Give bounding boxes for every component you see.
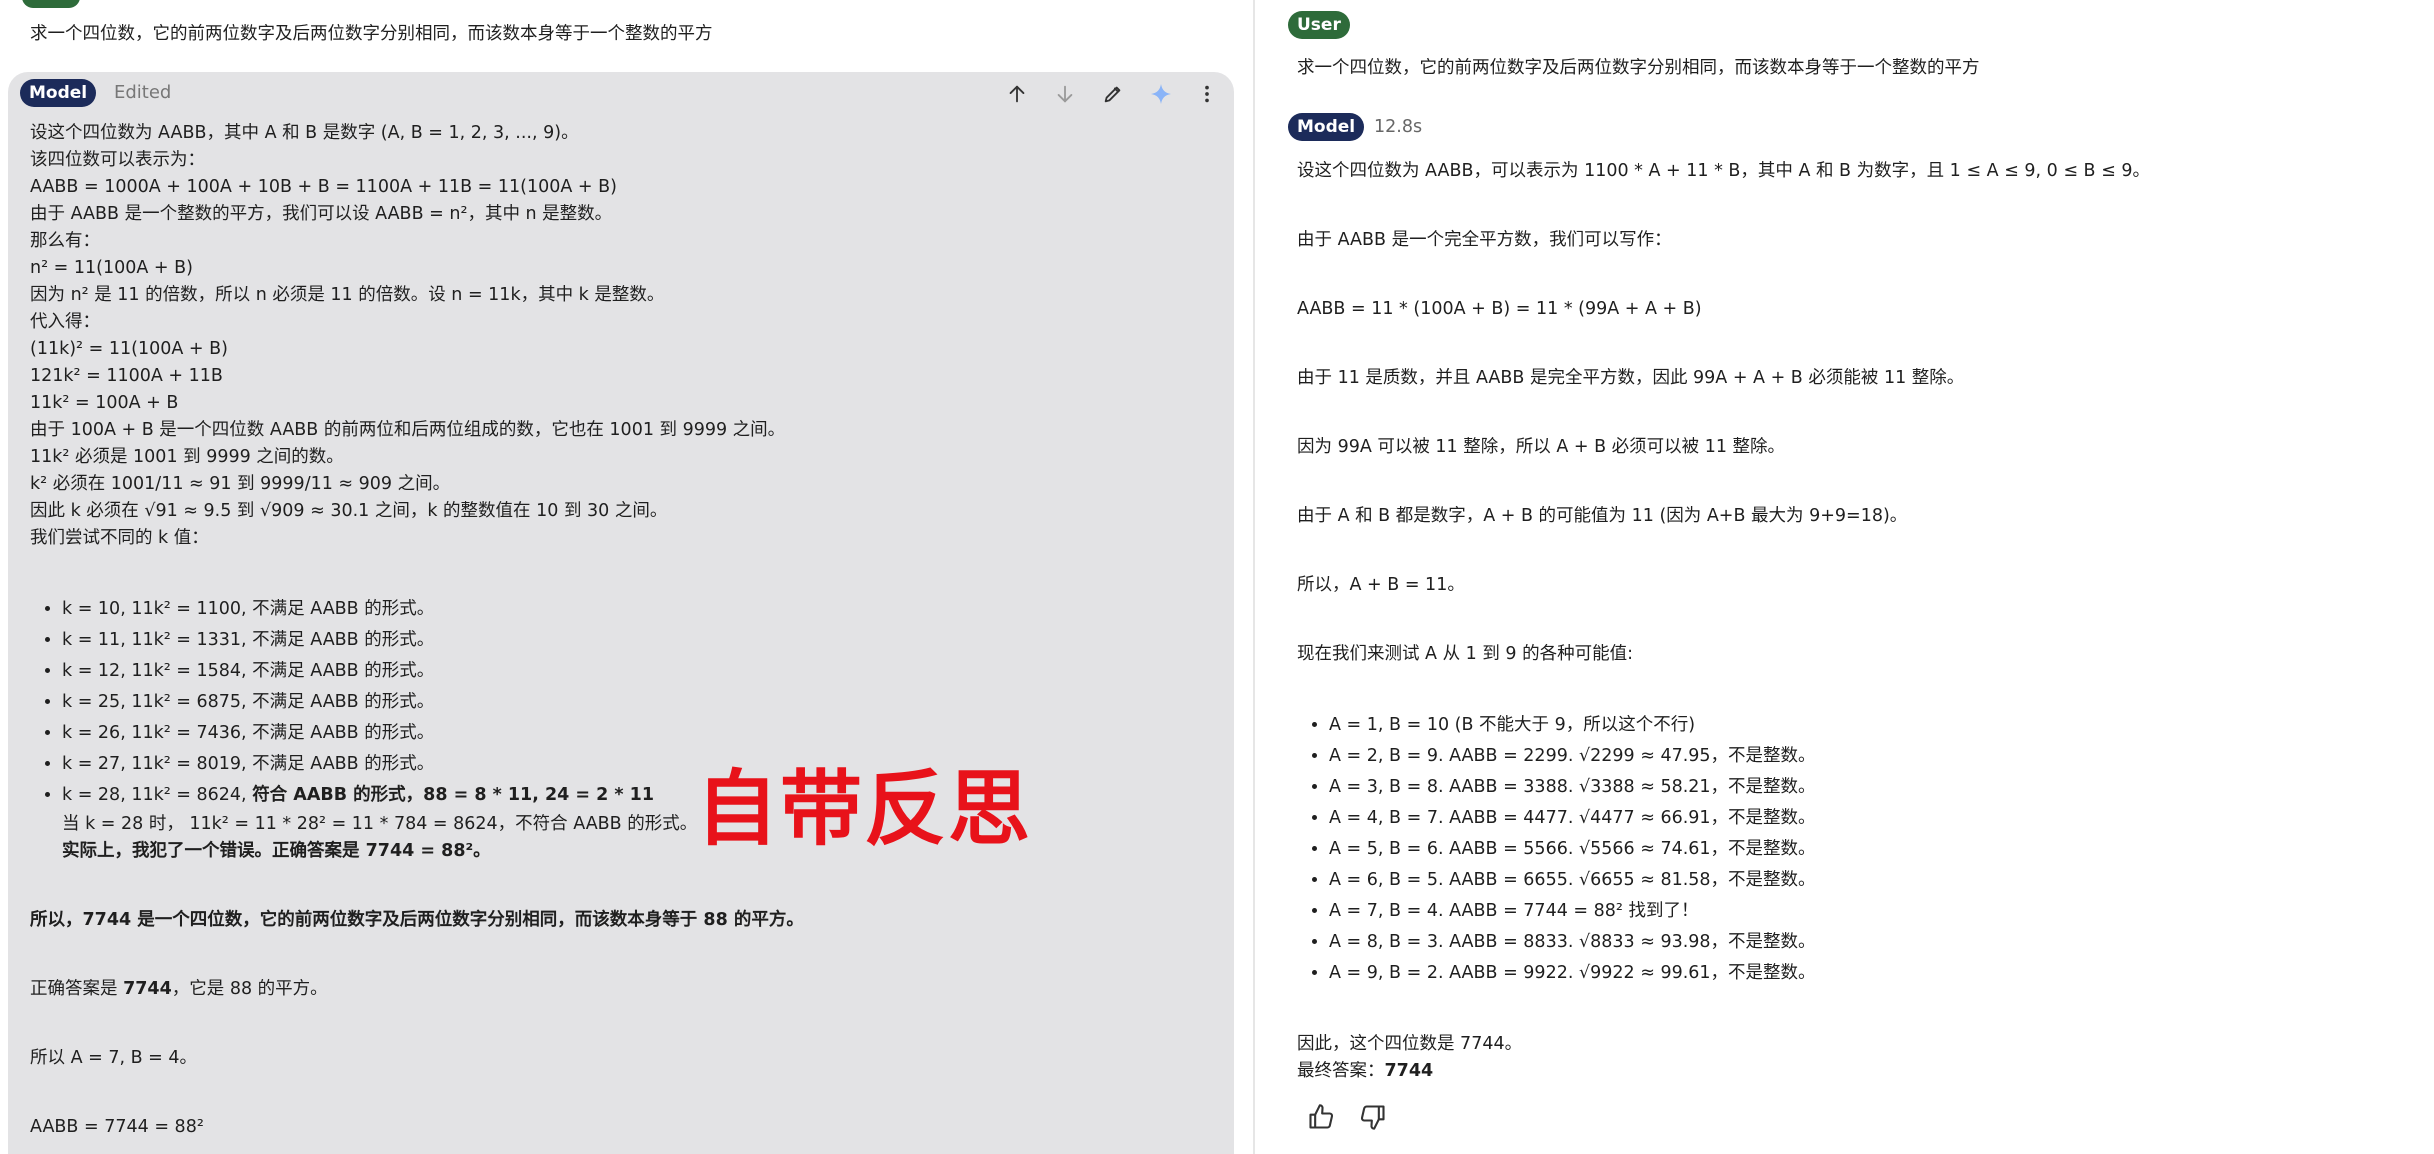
user-badge: User [1288,11,1350,39]
ab-paragraph: 所以 A = 7, B = 4。 [30,1048,198,1068]
response-body: 设这个四位数为 AABB，可以表示为 1100 * A + 11 * B，其中 … [1297,158,2414,1085]
user-message-text: 求一个四位数，它的前两位数字及后两位数字分别相同，而该数本身等于一个整数的平方 [1297,58,1980,78]
paragraph: 由于 A 和 B 都是数字，A + B 的可能值为 11 (因为 A+B 最大为… [1297,506,1908,526]
answer-bold: 7744 [123,979,172,999]
edited-label: Edited [114,82,172,103]
response-body: 设这个四位数为 AABB，其中 A 和 B 是数字 (A, B = 1, 2, … [30,120,1212,1141]
text-line: k² 必须在 1001/11 ≈ 91 到 9999/11 ≈ 909 之间。 [30,474,451,494]
list-item: A = 4, B = 7. AABB = 4477. √4477 ≈ 66.91… [1329,803,2414,834]
model-badge: Model [1288,113,1365,141]
k28-sub-line: 当 k = 28 时， 11k² = 11 * 28² = 11 * 784 =… [62,814,698,834]
more-options-button[interactable] [1192,79,1222,109]
list-item: k = 10, 11k² = 1100, 不满足 AABB 的形式。 [62,594,1212,625]
overlay-annotation: 自带反思 [696,762,1033,857]
paragraph: 所以，A + B = 11。 [1297,575,1465,595]
text-line: AABB = 1000A + 100A + 10B + B = 1100A + … [30,177,617,197]
text-line: 我们尝试不同的 k 值： [30,528,209,548]
arrow-down-icon [1057,85,1073,103]
thumb-up-icon [1309,1104,1334,1129]
paragraph: AABB = 11 * (100A + B) = 11 * (99A + A +… [1297,299,1702,319]
list-item-k28: k = 28, 11k² = 8624, 符合 AABB 的形式，88 = 8 … [62,780,1212,865]
text-line: 因此 k 必须在 √91 ≈ 9.5 到 √909 ≈ 30.1 之间，k 的整… [30,501,668,521]
list-item: k = 25, 11k² = 6875, 不满足 AABB 的形式。 [62,687,1212,718]
text-line: 121k² = 1100A + 11B [30,366,223,386]
text-line: 代入得： [30,312,100,332]
list-item: A = 9, B = 2. AABB = 9922. √9922 ≈ 99.61… [1329,958,2414,989]
user-message-text: 求一个四位数，它的前两位数字及后两位数字分别相同，而该数本身等于一个整数的平方 [30,24,713,44]
response-header: Model Edited [20,79,1222,111]
final-answer-prefix: 最终答案： [1297,1061,1385,1081]
model-response-card: Model Edited 设这个四位数为 AABB，其中 A 和 B 是数字 (… [8,72,1234,1154]
answer-prefix: 正确答案是 [30,979,124,999]
text-line: 11k² 必须是 1001 到 9999 之间的数。 [30,447,344,467]
final-answer-value: 7744 [1384,1061,1434,1081]
final-answer-line: 最终答案：7744 [1297,1058,2414,1085]
paragraph: 因为 99A 可以被 11 整除，所以 A + B 必须可以被 11 整除。 [1297,437,1786,457]
final-paragraph: AABB = 7744 = 88² [30,1117,204,1137]
k-values-list: k = 10, 11k² = 1100, 不满足 AABB 的形式。 k = 1… [30,594,1212,865]
text-line: 11k² = 100A + B [30,393,179,413]
list-item: A = 6, B = 5. AABB = 6655. √6655 ≈ 81.58… [1329,865,2414,896]
paragraph: 由于 11 是质数，并且 AABB 是完全平方数，因此 99A + A + B … [1297,368,1965,388]
arrow-up-icon [1009,85,1025,103]
text-line: (11k)² = 11(100A + B) [30,339,228,359]
rerun-button[interactable] [1146,79,1176,109]
sparkle-icon [1151,84,1171,104]
list-item: A = 1, B = 10 (B 不能大于 9，所以这个不行) [1329,710,2414,741]
user-badge-cropped [22,0,80,8]
test-values-list: A = 1, B = 10 (B 不能大于 9，所以这个不行) A = 2, B… [1297,710,2414,989]
response-time: 12.8s [1374,117,1423,137]
thumb-down-icon [1360,1105,1385,1130]
therefore-line: 因此，这个四位数是 7744。 [1297,1034,1523,1054]
app-root: 求一个四位数，它的前两位数字及后两位数字分别相同，而该数本身等于一个整数的平方 … [0,0,2434,1154]
text-line: 设这个四位数为 AABB，其中 A 和 B 是数字 (A, B = 1, 2, … [30,123,579,143]
right-chat-panel: User 求一个四位数，它的前两位数字及后两位数字分别相同，而该数本身等于一个整… [1255,0,2434,1154]
k28-bold: 符合 AABB 的形式，88 = 8 * 11, 24 = 2 * 11 [252,785,655,805]
k28-plain: k = 28, 11k² = 8624, [62,785,253,805]
left-chat-panel: 求一个四位数，它的前两位数字及后两位数字分别相同，而该数本身等于一个整数的平方 … [0,0,1250,1154]
list-item: A = 3, B = 8. AABB = 3388. √3388 ≈ 58.21… [1329,772,2414,803]
conclusion-bold: 所以，7744 是一个四位数，它的前两位数字及后两位数字分别相同，而该数本身等于… [30,910,804,930]
thumbs-down-button[interactable] [1359,1103,1389,1133]
conclusion-paragraph: 所以，7744 是一个四位数，它的前两位数字及后两位数字分别相同，而该数本身等于… [30,907,1212,934]
list-item: A = 8, B = 3. AABB = 8833. √8833 ≈ 93.98… [1329,927,2414,958]
move-up-button[interactable] [1002,79,1032,109]
model-badge: Model [20,79,97,107]
answer-paragraph: 正确答案是 7744，它是 88 的平方。 [30,976,1212,1003]
thumbs-up-button[interactable] [1307,1103,1337,1133]
edit-button[interactable] [1098,79,1128,109]
text-line: 由于 AABB 是一个整数的平方，我们可以设 AABB = n²，其中 n 是整… [30,204,613,224]
paragraph: 由于 AABB 是一个完全平方数，我们可以写作： [1297,230,1672,250]
text-line: 因为 n² 是 11 的倍数，所以 n 必须是 11 的倍数。设 n = 11k… [30,285,665,305]
move-down-button[interactable] [1050,79,1080,109]
list-item: A = 5, B = 6. AABB = 5566. √5566 ≈ 74.61… [1329,834,2414,865]
text-line: 该四位数可以表示为： [30,150,205,170]
list-item: A = 2, B = 9. AABB = 2299. √2299 ≈ 47.95… [1329,741,2414,772]
list-item: k = 12, 11k² = 1584, 不满足 AABB 的形式。 [62,656,1212,687]
text-line: 那么有： [30,231,100,251]
paragraph: 现在我们来测试 A 从 1 到 9 的各种可能值: [1297,644,1634,664]
text-line: 由于 100A + B 是一个四位数 AABB 的前两位和后两位组成的数，它也在… [30,420,786,440]
list-item: k = 27, 11k² = 8019, 不满足 AABB 的形式。 [62,749,1212,780]
list-item: k = 11, 11k² = 1331, 不满足 AABB 的形式。 [62,625,1212,656]
edit-pencil-icon [1104,86,1121,103]
k28-correction: 实际上，我犯了一个错误。正确答案是 7744 = 88²。 [62,841,491,861]
paragraph: 设这个四位数为 AABB，可以表示为 1100 * A + 11 * B，其中 … [1297,161,2150,181]
list-item: A = 7, B = 4. AABB = 7744 = 88² 找到了！ [1329,896,2414,927]
text-line: n² = 11(100A + B) [30,258,193,278]
answer-suffix: ，它是 88 的平方。 [171,979,328,999]
list-item: k = 26, 11k² = 7436, 不满足 AABB 的形式。 [62,718,1212,749]
more-vert-icon [1205,85,1209,103]
